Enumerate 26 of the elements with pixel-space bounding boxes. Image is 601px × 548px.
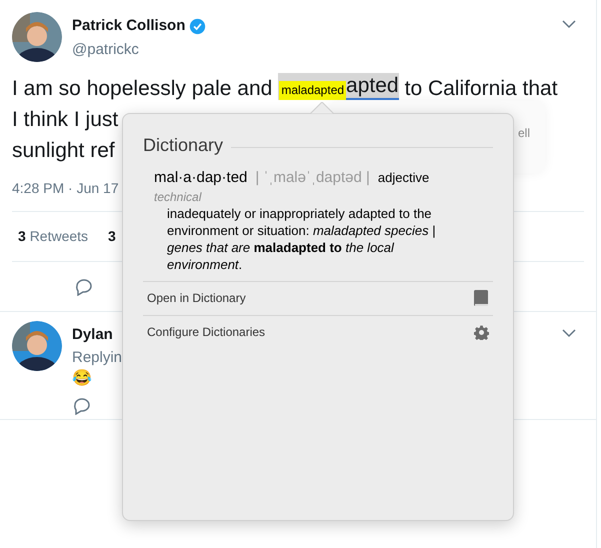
popup-title: Dictionary: [143, 134, 224, 157]
chevron-down-icon[interactable]: [562, 329, 576, 338]
popup-action[interactable]: Open in Dictionary: [143, 280, 493, 314]
stat-count[interactable]: 3: [108, 226, 116, 247]
replying-text: Replyin: [72, 348, 124, 368]
register-label: technical: [153, 190, 203, 204]
gear-icon: [474, 324, 489, 340]
tweet-text: I think I just: [12, 107, 118, 133]
book-icon: [473, 289, 489, 307]
author-name[interactable]: Patrick Collison: [72, 15, 186, 38]
headword: mal·a·dap·ted: [154, 168, 248, 188]
popup-action[interactable]: Configure Dictionaries: [143, 314, 493, 348]
part-of-speech: adjective: [378, 169, 430, 187]
tweet-text: to California that: [404, 76, 558, 102]
definition: inadequately or inappropriately adapted to the environment or situation: maladapted species | genes that are maladapted to the local environment.: [167, 204, 437, 272]
chevron-down-icon[interactable]: [562, 20, 576, 29]
pronunciation: | ˈˌmaləˈˌdaptəd |: [255, 168, 370, 188]
card-text: ell: [518, 126, 530, 140]
tweet-text: sunlight ref: [12, 138, 115, 164]
comment-icon[interactable]: [72, 397, 92, 415]
comment-icon[interactable]: [74, 278, 94, 296]
tweet-text: I am so hopelessly pale and: [12, 76, 272, 102]
author-handle[interactable]: @patrickc: [72, 40, 139, 58]
emoji: 😂: [72, 369, 93, 389]
lookup-label: maladapted: [279, 81, 346, 100]
stat-count[interactable]: 3 Retweets: [18, 226, 88, 247]
